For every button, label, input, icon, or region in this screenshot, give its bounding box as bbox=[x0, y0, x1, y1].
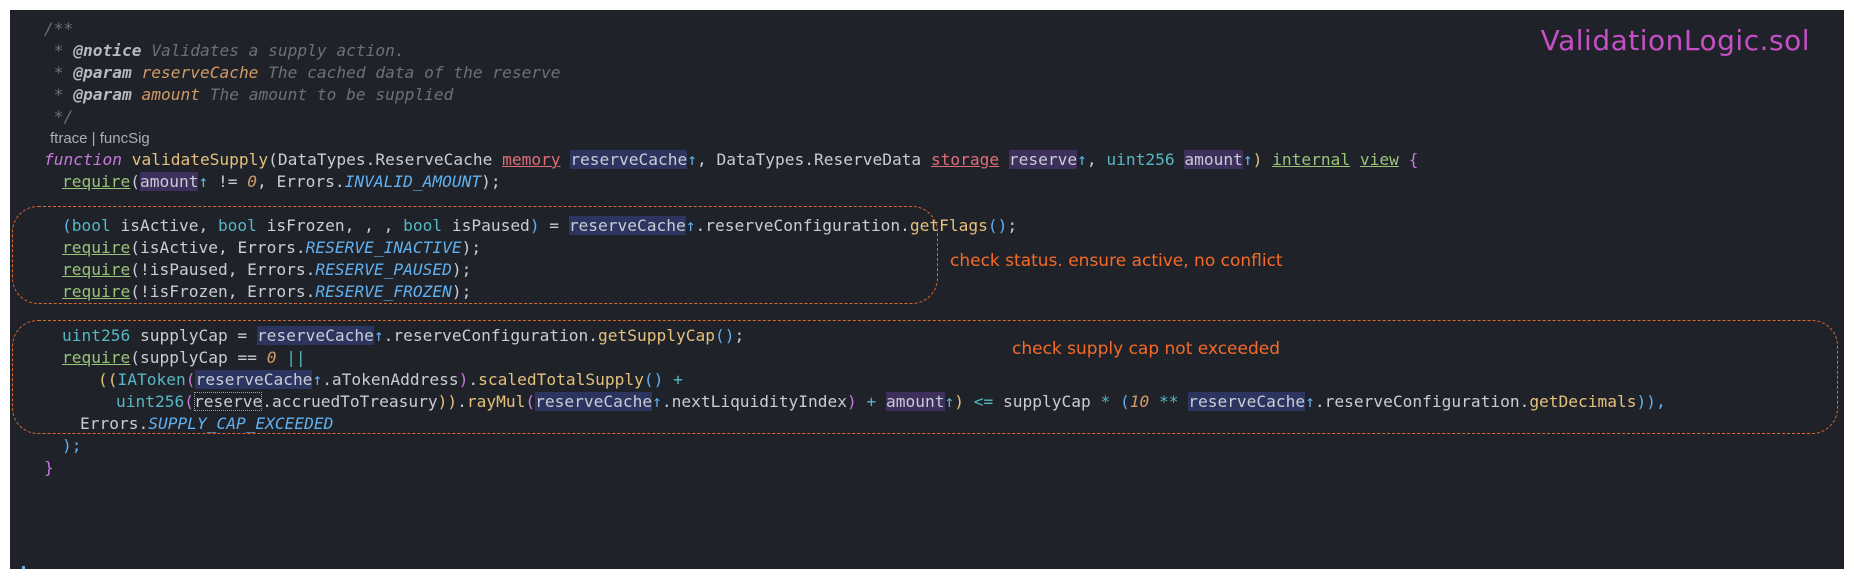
status-check-box bbox=[12, 206, 938, 304]
code-editor[interactable]: ValidationLogic.sol /** * @notice Valida… bbox=[10, 10, 1844, 569]
status-check-note: check status. ensure active, no conflict bbox=[950, 251, 1283, 271]
code-line-require-close: ); bbox=[62, 436, 82, 455]
code-line-function-close: } bbox=[44, 458, 54, 477]
code-line-doc-param-amount: * @param amount The amount to be supplie… bbox=[44, 85, 454, 104]
file-title: ValidationLogic.sol bbox=[1540, 24, 1810, 57]
supply-cap-check-note: check supply cap not exceeded bbox=[1012, 339, 1281, 359]
gutter-marker bbox=[22, 566, 25, 569]
code-line-doc-close: */ bbox=[44, 107, 74, 126]
code-line-require-amount: require(amount↑ != 0, Errors.INVALID_AMO… bbox=[62, 172, 501, 191]
supply-cap-check-box bbox=[12, 320, 1838, 434]
codelens-ftrace-funcsig[interactable]: ftrace | funcSig bbox=[50, 130, 150, 147]
